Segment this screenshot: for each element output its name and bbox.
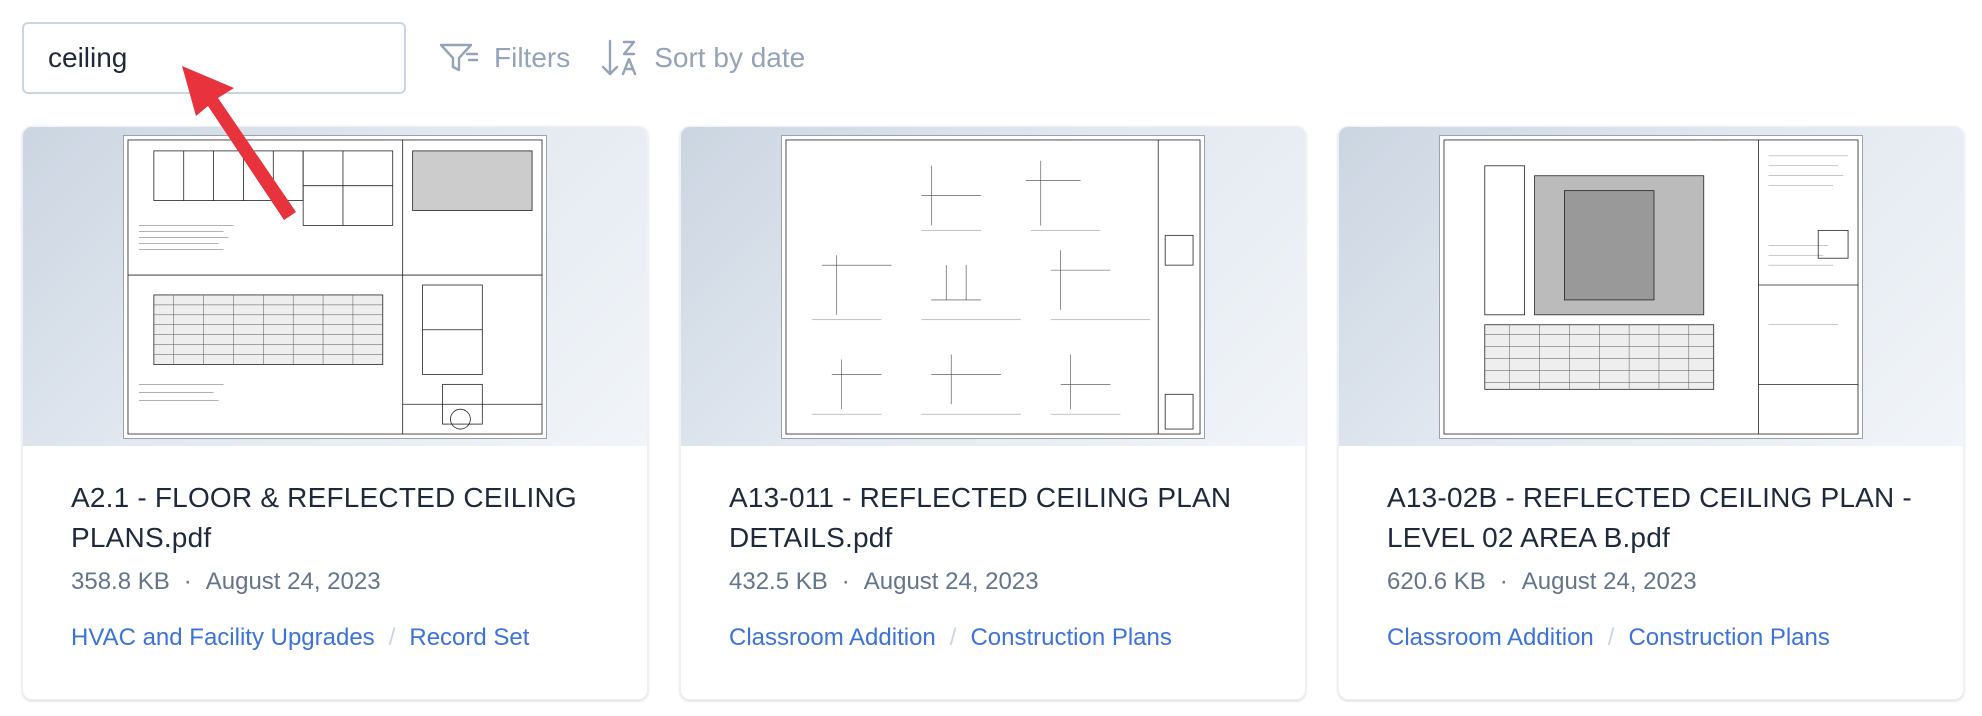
document-thumbnail[interactable] [1339,127,1963,446]
breadcrumb: HVAC and Facility Upgrades / Record Set [71,624,599,652]
file-size: 620.6 KB [1387,568,1486,595]
filter-icon [438,42,480,74]
breadcrumb-separator: / [949,624,957,651]
document-title[interactable]: A13-011 - REFLECTED CEILING PLAN DETAILS… [729,478,1257,558]
drawing-preview [1439,134,1863,439]
breadcrumb-separator: / [1607,624,1615,651]
document-card[interactable]: A2.1 - FLOOR & REFLECTED CEILING PLANS.p… [22,126,648,700]
upload-date: August 24, 2023 [1521,568,1697,595]
document-meta: 358.8 KB · August 24, 2023 [71,568,599,596]
project-link[interactable]: HVAC and Facility Upgrades [71,624,375,651]
meta-separator: · [841,568,850,595]
meta-separator: · [1499,568,1508,595]
upload-date: August 24, 2023 [205,568,381,595]
search-field[interactable] [22,22,406,94]
breadcrumb: Classroom Addition / Construction Plans [729,624,1257,652]
drawing-preview [781,134,1205,439]
filters-button[interactable]: Filters [438,42,570,74]
document-card[interactable]: A13-02B - REFLECTED CEILING PLAN - LEVEL… [1338,126,1964,700]
set-link[interactable]: Construction Plans [1628,624,1829,651]
document-grid: A2.1 - FLOOR & REFLECTED CEILING PLANS.p… [22,126,1964,700]
sort-button[interactable]: Sort by date [600,38,805,78]
document-thumbnail[interactable] [23,127,647,446]
file-size: 432.5 KB [729,568,828,595]
breadcrumb-separator: / [388,624,396,651]
set-link[interactable]: Record Set [409,624,529,651]
upload-date: August 24, 2023 [863,568,1039,595]
document-title[interactable]: A13-02B - REFLECTED CEILING PLAN - LEVEL… [1387,478,1915,558]
document-card[interactable]: A13-011 - REFLECTED CEILING PLAN DETAILS… [680,126,1306,700]
project-link[interactable]: Classroom Addition [729,624,936,651]
project-link[interactable]: Classroom Addition [1387,624,1594,651]
document-title[interactable]: A2.1 - FLOOR & REFLECTED CEILING PLANS.p… [71,478,599,558]
toolbar: Filters Sort by date [22,22,805,94]
file-size: 358.8 KB [71,568,170,595]
document-meta: 432.5 KB · August 24, 2023 [729,568,1257,596]
drawing-preview [123,134,547,439]
document-meta: 620.6 KB · August 24, 2023 [1387,568,1915,596]
sort-z-a-icon [600,38,640,78]
set-link[interactable]: Construction Plans [970,624,1171,651]
meta-separator: · [183,568,192,595]
document-thumbnail[interactable] [681,127,1305,446]
search-input[interactable] [48,42,380,74]
filters-label: Filters [494,42,571,73]
sort-label: Sort by date [654,42,806,73]
breadcrumb: Classroom Addition / Construction Plans [1387,624,1915,652]
